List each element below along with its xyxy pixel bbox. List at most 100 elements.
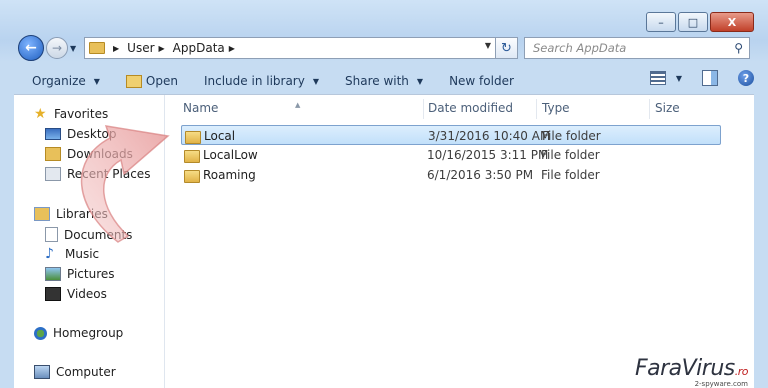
column-date-modified[interactable]: Date modified	[428, 101, 513, 115]
folder-icon	[89, 42, 105, 54]
watermark-brand: FaraVirus	[634, 356, 735, 381]
recent-places-icon	[45, 167, 61, 181]
nav-computer[interactable]: Computer	[34, 365, 116, 379]
organize-button[interactable]: Organize ▼	[32, 74, 100, 88]
folder-icon	[184, 170, 200, 183]
documents-icon	[45, 227, 58, 242]
address-row: ← → ▼ ▶ User ▶ AppData ▶ ▼ ↻ Search AppD…	[18, 35, 754, 61]
watermark-tld: .ro	[734, 365, 749, 378]
open-folder-icon	[125, 74, 142, 88]
nav-pictures[interactable]: Pictures	[45, 267, 115, 281]
address-dropdown-icon[interactable]: ▼	[485, 41, 491, 50]
forward-arrow-icon: →	[51, 41, 63, 55]
file-name: Local	[204, 129, 236, 143]
nav-music[interactable]: ♪ Music	[45, 247, 99, 261]
file-date: 6/1/2016 3:50 PM	[427, 168, 534, 182]
navigation-pane: ★ Favorites Desktop Downloads Recent Plac…	[14, 95, 165, 388]
sort-ascending-icon: ▲	[295, 101, 301, 109]
search-input[interactable]: Search AppData ⚲	[524, 37, 750, 59]
column-divider[interactable]	[536, 99, 537, 119]
file-row-local[interactable]: Local 3/31/2016 10:40 AM File folder	[181, 125, 721, 145]
nav-documents[interactable]: Documents	[45, 227, 132, 242]
nav-documents-label: Documents	[64, 227, 133, 242]
watermark-sub: 2-spyware.com	[694, 380, 748, 388]
column-divider[interactable]	[423, 99, 424, 119]
breadcrumb-separator-icon[interactable]: ▶	[229, 44, 235, 53]
explorer-window: – □ X ← → ▼ ▶ User ▶ AppData ▶ ▼ ↻ Searc…	[0, 0, 768, 388]
breadcrumb-separator-icon[interactable]: ▶	[159, 44, 165, 53]
recent-pages-dropdown[interactable]: ▼	[70, 44, 80, 53]
column-headers: ▲ Name Date modified Type Size	[165, 99, 754, 119]
file-name: LocalLow	[203, 148, 258, 162]
column-name[interactable]: Name	[183, 101, 218, 115]
nav-favorites[interactable]: ★ Favorites	[34, 107, 108, 121]
new-folder-label: New folder	[449, 74, 514, 88]
watermark-logo: FaraVirus.ro	[634, 356, 749, 381]
file-date: 10/16/2015 3:11 PM	[427, 148, 549, 162]
nav-libraries-label: Libraries	[56, 207, 108, 221]
nav-homegroup[interactable]: Homegroup	[34, 326, 123, 340]
new-folder-button[interactable]: New folder	[449, 74, 514, 88]
chevron-down-icon[interactable]: ▼	[676, 74, 682, 83]
column-divider[interactable]	[649, 99, 650, 119]
back-button[interactable]: ←	[18, 35, 44, 61]
refresh-button[interactable]: ↻	[496, 37, 518, 59]
include-in-library-button[interactable]: Include in library ▼	[204, 74, 319, 88]
include-in-library-label: Include in library	[203, 74, 305, 88]
file-list: ▲ Name Date modified Type Size Local 3/3…	[165, 95, 754, 388]
folder-icon	[184, 150, 200, 163]
file-row-roaming[interactable]: Roaming 6/1/2016 3:50 PM File folder	[181, 165, 721, 185]
change-view-icon[interactable]	[649, 71, 666, 85]
chevron-down-icon: ▼	[312, 76, 319, 86]
nav-videos[interactable]: Videos	[45, 287, 107, 301]
close-button[interactable]: X	[710, 12, 754, 32]
share-with-label: Share with	[345, 74, 409, 88]
videos-icon	[45, 287, 61, 301]
preview-pane-icon[interactable]	[702, 70, 718, 86]
star-icon: ★	[34, 106, 47, 122]
pictures-icon	[45, 267, 61, 281]
desktop-icon	[45, 128, 61, 140]
maximize-button[interactable]: □	[678, 12, 708, 32]
nav-desktop[interactable]: Desktop	[45, 127, 117, 141]
folder-icon	[185, 131, 201, 144]
column-type[interactable]: Type	[542, 101, 570, 115]
music-note-icon: ♪	[45, 246, 54, 262]
watermark: FaraVirus.ro 2-spyware.com	[634, 356, 749, 388]
open-button[interactable]: Open	[125, 74, 178, 88]
downloads-icon	[45, 147, 61, 161]
breadcrumb-separator-icon[interactable]: ▶	[113, 44, 119, 53]
minimize-button[interactable]: –	[646, 12, 676, 32]
file-type: File folder	[541, 148, 600, 162]
homegroup-icon	[34, 326, 47, 340]
refresh-icon: ↻	[501, 40, 512, 56]
nav-downloads[interactable]: Downloads	[45, 147, 133, 161]
chevron-down-icon: ▼	[93, 76, 100, 86]
nav-libraries[interactable]: Libraries	[34, 207, 108, 221]
nav-favorites-label: Favorites	[54, 107, 109, 121]
toolbar-right: ▼ ?	[649, 70, 754, 86]
breadcrumb-user[interactable]: User	[127, 41, 154, 55]
nav-recent-places-label: Recent Places	[67, 167, 151, 181]
address-bar[interactable]: ▶ User ▶ AppData ▶ ▼	[84, 37, 496, 59]
chevron-down-icon: ▼	[416, 76, 424, 86]
nav-music-label: Music	[65, 247, 100, 261]
file-row-locallow[interactable]: LocalLow 10/16/2015 3:11 PM File folder	[181, 145, 721, 165]
column-size[interactable]: Size	[655, 101, 680, 115]
search-icon[interactable]: ⚲	[734, 41, 743, 55]
search-placeholder: Search AppData	[533, 41, 627, 55]
file-name: Roaming	[203, 168, 256, 182]
nav-recent-places[interactable]: Recent Places	[45, 167, 150, 181]
command-bar: Organize ▼ Open Include in library ▼ Share…	[14, 68, 754, 94]
open-label: Open	[145, 74, 178, 88]
file-date: 3/31/2016 10:40 AM	[428, 129, 551, 143]
forward-button[interactable]: →	[46, 37, 68, 59]
help-icon[interactable]: ?	[738, 70, 754, 86]
nav-homegroup-label: Homegroup	[53, 326, 124, 340]
share-with-button[interactable]: Share with ▼	[345, 74, 423, 88]
main-area: ★ Favorites Desktop Downloads Recent Plac…	[14, 94, 754, 388]
window-controls: – □ X	[646, 12, 754, 32]
organize-label: Organize	[32, 74, 86, 88]
breadcrumb-appdata[interactable]: AppData	[173, 41, 225, 55]
computer-icon	[34, 365, 50, 379]
